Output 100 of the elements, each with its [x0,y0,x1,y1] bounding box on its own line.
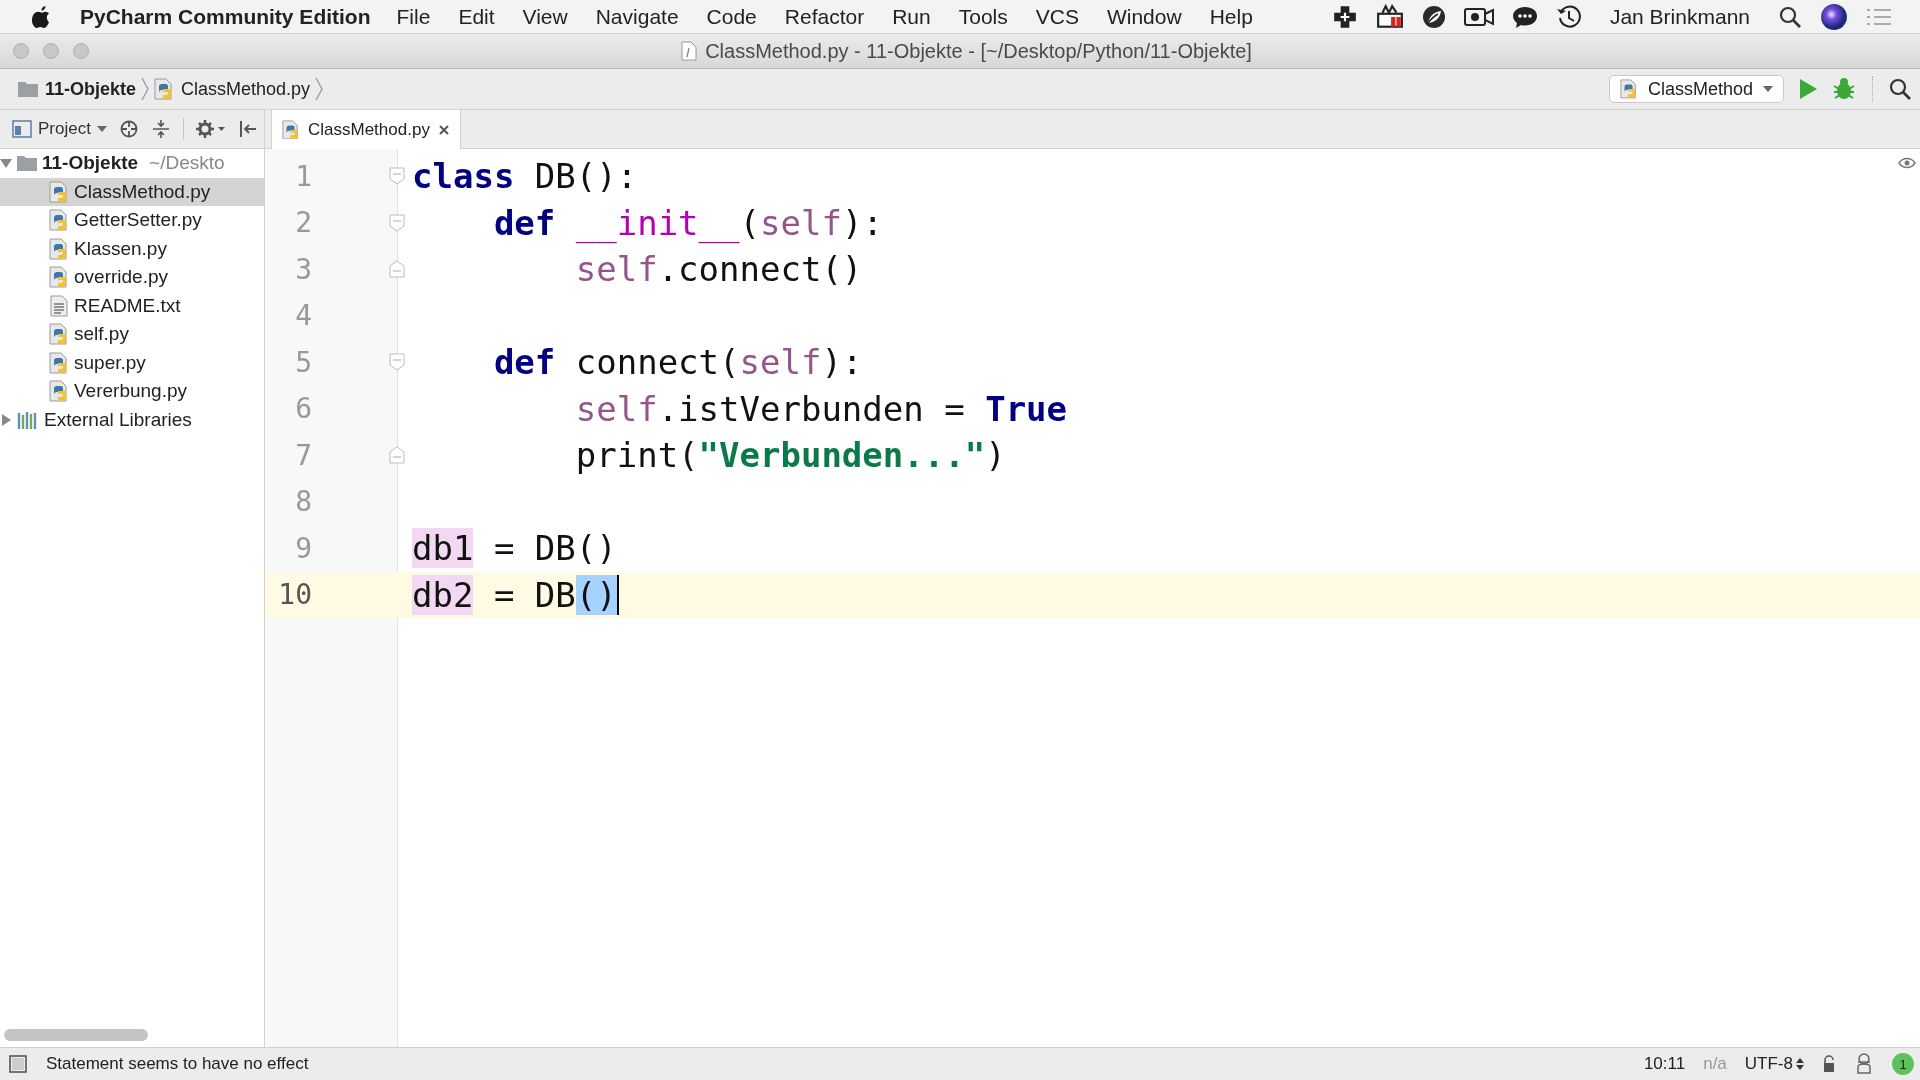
code-line: db1 = DB() [412,528,617,569]
menu-item[interactable]: Help [1195,0,1267,33]
collapse-all-icon[interactable] [150,119,171,139]
menu-item[interactable]: Refactor [770,0,879,33]
tree-item[interactable]: super.py [0,348,264,377]
app-menu[interactable]: PyCharm Community Edition [66,0,383,33]
toolbox-icon[interactable] [1375,3,1404,30]
folder-icon [18,81,38,97]
encoding-selector[interactable]: UTF-8 [1744,1054,1804,1074]
inspector-icon[interactable] [1854,1053,1874,1075]
hide-panel-icon[interactable] [237,119,258,139]
chevron-icon [314,77,325,101]
caret-position[interactable]: 10:11 [1643,1054,1686,1074]
leaf-icon[interactable] [1421,4,1446,29]
tree-item[interactable]: 11-Objekte ~/Deskto [0,149,264,178]
panel-icon [12,120,32,138]
code-line: def connect(self): [492,342,863,383]
scrollbar[interactable] [4,1029,148,1041]
tree-item[interactable]: Vererbung.py [0,377,264,406]
menu-item[interactable]: Tools [944,0,1022,33]
menu-item[interactable]: Run [878,0,945,33]
eye-icon[interactable] [1898,157,1916,169]
document-icon [681,41,698,61]
tree-item[interactable]: override.py [0,263,264,292]
fold-marker-icon[interactable] [389,353,405,372]
line-number: 10 [277,578,312,612]
caret-icon[interactable] [96,126,107,132]
caret-icon[interactable] [1763,86,1773,92]
history-icon[interactable] [1555,3,1582,30]
panel-toggle-icon[interactable] [8,1054,28,1074]
code-line: def __init__(self): [492,202,883,243]
code-line: print("Verbunden...") [574,435,1006,476]
python-file-icon [282,119,300,140]
video-camera-icon[interactable] [1463,5,1494,28]
locate-icon[interactable] [118,119,139,139]
tree-item[interactable]: GetterSetter.py [0,206,264,235]
python-file-icon [49,180,69,203]
python-file-icon [49,351,69,374]
breadcrumb[interactable]: 11-Objekte [14,78,141,100]
python-file-icon [49,237,69,260]
project-view-dropdown[interactable]: Project [12,119,107,139]
folder-icon [17,155,37,172]
line-number: 6 [294,392,312,426]
fold-marker-icon[interactable] [389,213,405,232]
python-file-icon [49,209,69,232]
run-configuration-dropdown[interactable]: ClassMethod [1608,75,1784,103]
tree-item[interactable]: External Libraries [0,405,264,434]
line-number: 4 [294,299,312,333]
menu-item[interactable]: Navigate [581,0,693,33]
line-number: 2 [294,206,312,240]
run-icon[interactable] [1798,78,1818,100]
code-line: self.connect() [574,249,863,290]
code-line: db2 = DB() [412,574,619,615]
python-icon [1619,79,1638,99]
tree-item[interactable]: ClassMethod.py [0,177,264,206]
fold-marker-icon[interactable] [389,260,405,279]
window-title: ClassMethod.py - 11-Objekte - [~/Desktop/Python/11-Objekte] [705,39,1252,63]
code-line: self.istVerbunden = True [574,388,1068,429]
disclosure-triangle-icon[interactable] [0,413,12,426]
speech-bubble-icon[interactable] [1511,4,1538,29]
tree-item[interactable]: self.py [0,320,264,349]
menu-item[interactable]: VCS [1021,0,1093,33]
tree-item[interactable]: Klassen.py [0,234,264,263]
lock-icon[interactable] [1822,1055,1836,1073]
up-down-arrows-icon [1796,1057,1804,1071]
line-number: 3 [294,252,312,286]
gear-icon[interactable] [195,119,226,139]
line-number: 7 [294,438,312,472]
text-file-icon [49,294,69,317]
library-icon [17,410,39,429]
close-icon[interactable] [437,123,450,136]
editor-tab[interactable]: ClassMethod.py [271,110,461,149]
menu-item[interactable]: Edit [444,0,509,33]
user-name[interactable]: Jan Brinkmann [1609,4,1750,29]
line-number: 9 [294,531,312,565]
python-file-icon [154,78,175,100]
plus-icon[interactable] [1331,3,1358,30]
line-number: 1 [294,159,312,193]
menu-item[interactable]: Code [692,0,771,33]
fold-marker-icon[interactable] [389,167,405,186]
apple-icon [32,4,52,29]
python-file-icon [49,323,69,346]
line-number: 8 [294,485,312,519]
python-file-icon [49,266,69,289]
menu-item[interactable]: File [382,0,445,33]
menu-item[interactable]: Window [1092,0,1196,33]
search-icon[interactable] [1888,77,1912,101]
status-message: Statement seems to have no effect [46,1054,310,1074]
notification-badge[interactable]: 1 [1892,1053,1914,1075]
breadcrumb[interactable]: ClassMethod.py [150,78,315,100]
python-file-icon [49,380,69,403]
menu-item[interactable]: View [508,0,582,33]
code-line: class DB(): [412,156,638,197]
disclosure-triangle-icon[interactable] [0,157,12,170]
chevron-icon [140,77,151,101]
assistant-orb-icon[interactable] [1820,2,1848,31]
fold-marker-icon[interactable] [389,446,405,465]
tree-item[interactable]: README.txt [0,291,264,320]
line-number: 5 [294,345,312,379]
search-icon[interactable] [1778,4,1802,29]
